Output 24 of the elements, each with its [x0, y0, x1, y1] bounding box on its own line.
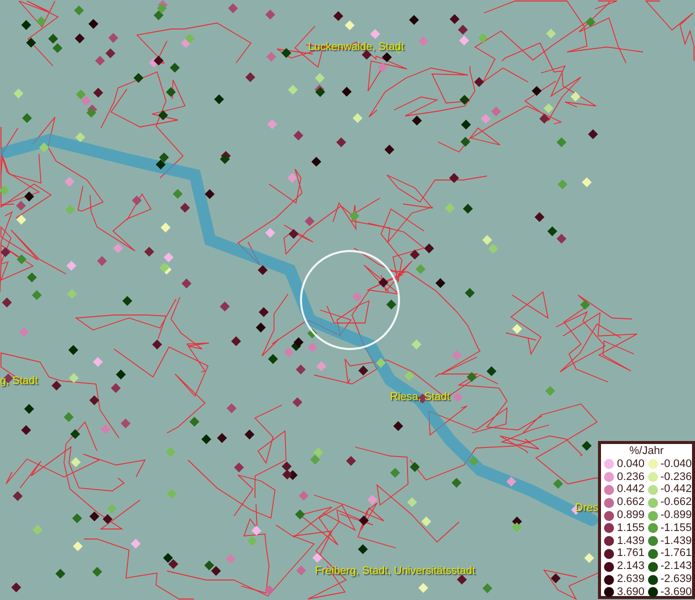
legend-value: -1.761 — [660, 548, 692, 560]
legend-value: 0.442 — [617, 484, 645, 496]
legend-value: 1.439 — [617, 536, 645, 547]
legend-value: 2.639 — [617, 574, 645, 586]
legend-value: 0.040 — [617, 458, 645, 470]
legend-value: -0.040 — [660, 458, 692, 470]
legend-title: %/Jahr — [628, 445, 665, 458]
legend-value: -2.639 — [660, 574, 692, 586]
legend-value: -0.662 — [660, 497, 692, 508]
legend-value: 2.143 — [617, 561, 645, 572]
legend-value: 1.155 — [617, 522, 645, 534]
legend-value: 0.236 — [617, 472, 645, 483]
legend-value: -2.143 — [660, 561, 692, 572]
legend-value: 0.662 — [617, 497, 645, 508]
legend-value: 0.899 — [617, 510, 645, 522]
legend-value: -0.899 — [660, 510, 692, 522]
place-label: g, Stadt — [0, 376, 38, 387]
legend-value: 3.690 — [617, 586, 645, 598]
legend-value: -0.442 — [660, 484, 692, 496]
legend-value: -1.155 — [660, 522, 692, 534]
legend-value: -3.690 — [660, 586, 692, 598]
legend-value: 1.761 — [617, 548, 645, 560]
legend-value: -1.439 — [660, 536, 692, 547]
legend-value: -0.236 — [660, 472, 692, 483]
